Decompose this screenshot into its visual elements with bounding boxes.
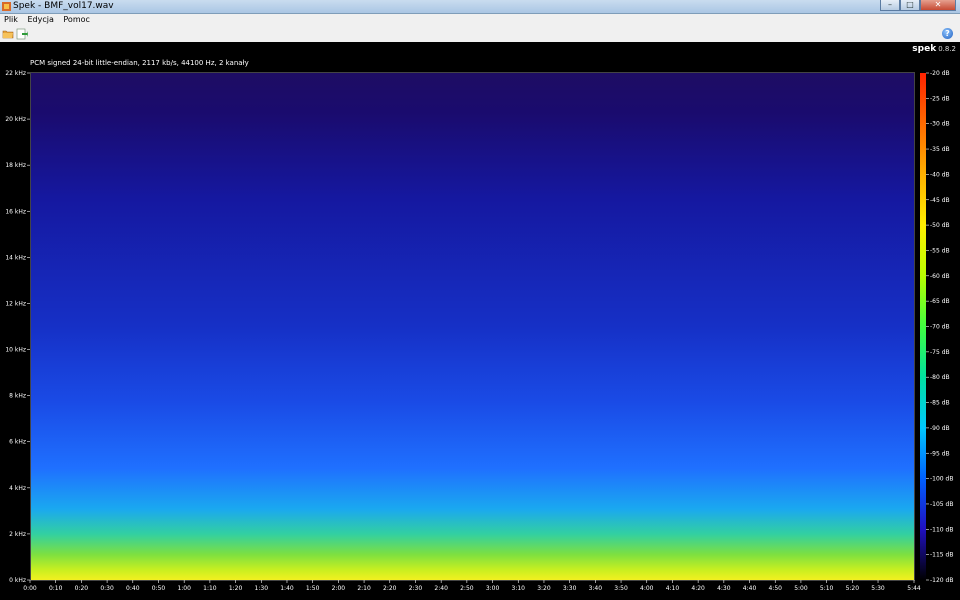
save-image-icon[interactable] (16, 28, 28, 40)
spectrogram-frame (30, 72, 915, 581)
maximize-button[interactable]: □ (900, 0, 920, 11)
menu-help[interactable]: Pomoc (60, 14, 93, 26)
spectrogram (30, 72, 915, 581)
brand: spek 0.8.2 (912, 44, 956, 54)
help-icon[interactable]: ? (942, 28, 953, 39)
title-bar: Spek - BMF_vol17.wav – □ ✕ (0, 0, 960, 14)
brand-name: spek (912, 44, 937, 54)
menu-edit[interactable]: Edycja (24, 14, 56, 26)
toolbar: ? (0, 26, 960, 43)
minimize-button[interactable]: – (880, 0, 900, 11)
app-icon (2, 2, 11, 11)
menu-file[interactable]: Plik (1, 14, 21, 26)
brand-version: 0.8.2 (938, 45, 956, 53)
open-folder-icon[interactable] (2, 28, 14, 40)
close-button[interactable]: ✕ (920, 0, 956, 11)
window-controls: – □ ✕ (880, 0, 956, 11)
window-title: Spek - BMF_vol17.wav (13, 1, 114, 11)
menu-bar: Plik Edycja Pomoc (0, 14, 960, 26)
file-info: PCM signed 24-bit little-endian, 2117 kb… (30, 59, 249, 67)
